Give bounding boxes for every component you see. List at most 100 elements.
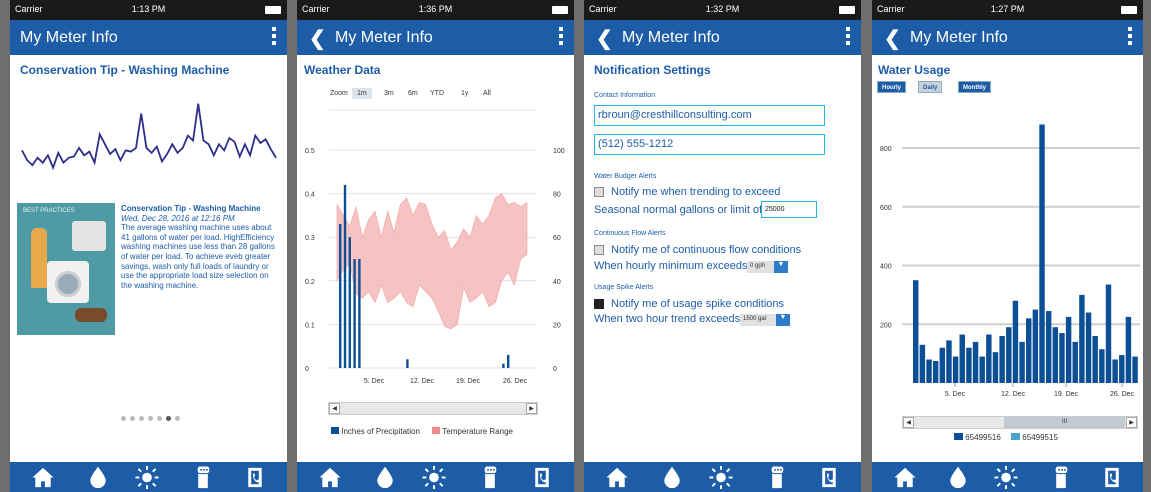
clock: 1:36 PM	[418, 4, 453, 14]
pager-dot[interactable]	[148, 416, 153, 421]
carousel-pager[interactable]	[121, 408, 184, 426]
two-hour-trend-label: When two hour trend exceeds	[594, 313, 741, 325]
contact-book-icon[interactable]	[816, 465, 842, 490]
bottom-nav	[872, 462, 1143, 492]
water-drop-icon[interactable]	[945, 465, 971, 490]
usage-bar	[999, 336, 1005, 383]
pager-dot[interactable]	[130, 416, 135, 421]
spike-section-label: Usage Spike Alerts	[594, 284, 654, 291]
phone-field[interactable]: (512) 555-1212	[594, 134, 825, 155]
x-tick-label: 5. Dec	[364, 378, 385, 385]
zoom-option-1m[interactable]: 1m	[352, 88, 372, 99]
water-drop-icon[interactable]	[85, 465, 111, 490]
pager-dot[interactable]	[139, 416, 144, 421]
water-drop-icon[interactable]	[659, 465, 685, 490]
chart-scrollbar[interactable]: ◀ ▶	[328, 402, 538, 415]
usage-bar	[1119, 355, 1125, 383]
zoom-option-1y[interactable]: 1y	[456, 88, 473, 99]
scroll-right-button[interactable]: ▶	[1126, 417, 1137, 428]
usage-bar	[1006, 327, 1012, 383]
back-chevron-icon[interactable]: ❮	[309, 26, 326, 51]
zoom-option-ytd[interactable]: YTD	[425, 88, 449, 99]
water-budget-checkbox[interactable]	[594, 187, 604, 197]
pager-dot[interactable]	[175, 416, 180, 421]
precipitation-bar	[353, 259, 356, 368]
usage-bar	[992, 352, 999, 383]
monthly-button[interactable]: Monthly	[958, 81, 991, 93]
usage-bar	[966, 347, 972, 383]
back-chevron-icon[interactable]: ❮	[884, 26, 901, 51]
tip-image[interactable]: BEST PRACTICES	[17, 203, 115, 335]
y-right-tick-label: 60	[553, 235, 561, 242]
message-phone-icon[interactable]	[477, 465, 503, 490]
message-phone-icon[interactable]	[1048, 465, 1074, 490]
chart-legend: Inches of Precipitation Temperature Rang…	[331, 427, 513, 436]
two-hour-trend-select[interactable]: 1500 gal ▼	[740, 314, 790, 326]
sun-icon[interactable]	[708, 465, 734, 490]
water-drop-icon[interactable]	[372, 465, 398, 490]
pager-dot[interactable]	[166, 416, 171, 421]
chart-scrollbar[interactable]: ◀ III ▶	[902, 416, 1138, 429]
email-field[interactable]: rbroun@cresthillconsulting.com	[594, 105, 825, 126]
home-icon[interactable]	[30, 465, 56, 490]
more-menu-icon[interactable]	[1128, 27, 1133, 48]
hourly-button[interactable]: Hourly	[877, 81, 907, 93]
app-title: My Meter Info	[20, 29, 118, 46]
more-menu-icon[interactable]	[272, 27, 277, 48]
y-right-tick-label: 80	[553, 192, 561, 199]
usage-bar	[1019, 341, 1025, 383]
message-phone-icon[interactable]	[190, 465, 216, 490]
usage-bar	[986, 334, 992, 383]
y-right-tick-label: 100	[553, 148, 565, 155]
usage-spike-checkbox[interactable]	[594, 299, 604, 309]
scroll-left-button[interactable]: ◀	[329, 403, 340, 414]
continuous-flow-checkbox[interactable]	[594, 245, 604, 255]
faucet-figure	[72, 221, 106, 251]
precipitation-bar	[339, 224, 342, 368]
seasonal-limit-label: Seasonal normal gallons or limit of	[594, 204, 763, 216]
home-icon[interactable]	[604, 465, 630, 490]
usage-bar	[1045, 311, 1052, 383]
y-tick-label: 600	[880, 205, 892, 212]
pager-dot[interactable]	[121, 416, 126, 421]
contact-book-icon[interactable]	[1099, 465, 1125, 490]
tip-card-title: Conservation Tip - Washing Machine	[121, 204, 261, 213]
bottom-nav	[584, 462, 861, 492]
daily-button[interactable]: Daily	[918, 81, 943, 93]
app-bar: ❮ My Meter Info	[584, 20, 861, 55]
y-tick-label: 200	[880, 322, 892, 329]
chevron-down-icon[interactable]: ▼	[776, 314, 790, 326]
home-icon[interactable]	[892, 465, 918, 490]
zoom-option-3m[interactable]: 3m	[379, 88, 399, 99]
hourly-minimum-select[interactable]: 0 gph ▼	[747, 261, 788, 273]
sun-icon[interactable]	[421, 465, 447, 490]
sun-icon[interactable]	[993, 465, 1019, 490]
x-tick-label: 26. Dec	[503, 378, 528, 385]
scroll-left-button[interactable]: ◀	[903, 417, 914, 428]
more-menu-icon[interactable]	[559, 27, 564, 48]
more-menu-icon[interactable]	[846, 27, 851, 48]
seasonal-limit-input[interactable]: 25000	[761, 201, 817, 218]
chevron-down-icon[interactable]: ▼	[774, 261, 788, 273]
page-title: Conservation Tip - Washing Machine	[20, 63, 230, 77]
zoom-option-all[interactable]: All	[478, 88, 496, 99]
hourly-minimum-value: 0 gph	[750, 263, 766, 269]
back-chevron-icon[interactable]: ❮	[596, 26, 613, 51]
pager-dot[interactable]	[157, 416, 162, 421]
sun-icon[interactable]	[134, 465, 160, 490]
water-budget-check-label: Notify me when trending to exceed	[611, 186, 781, 198]
status-bar: Carrier 1:13 PM	[10, 0, 287, 20]
screen-water-usage: Carrier 1:27 PM ❮ My Meter Info Water Us…	[872, 0, 1143, 492]
usage-bar	[1012, 300, 1019, 383]
water-usage-chart: 200 400 600 800 5. Dec 12. Dec 19. Dec 26. Dec	[880, 124, 1140, 398]
scroll-thumb[interactable]: III	[1004, 417, 1125, 428]
usage-bar	[1059, 333, 1065, 383]
y-left-tick-label: 0.1	[305, 322, 315, 329]
home-icon[interactable]	[317, 465, 343, 490]
scroll-right-button[interactable]: ▶	[526, 403, 537, 414]
message-phone-icon[interactable]	[764, 465, 790, 490]
y-tick-label: 400	[880, 264, 892, 271]
contact-book-icon[interactable]	[529, 465, 555, 490]
zoom-option-6m[interactable]: 6m	[403, 88, 423, 99]
contact-book-icon[interactable]	[242, 465, 268, 490]
